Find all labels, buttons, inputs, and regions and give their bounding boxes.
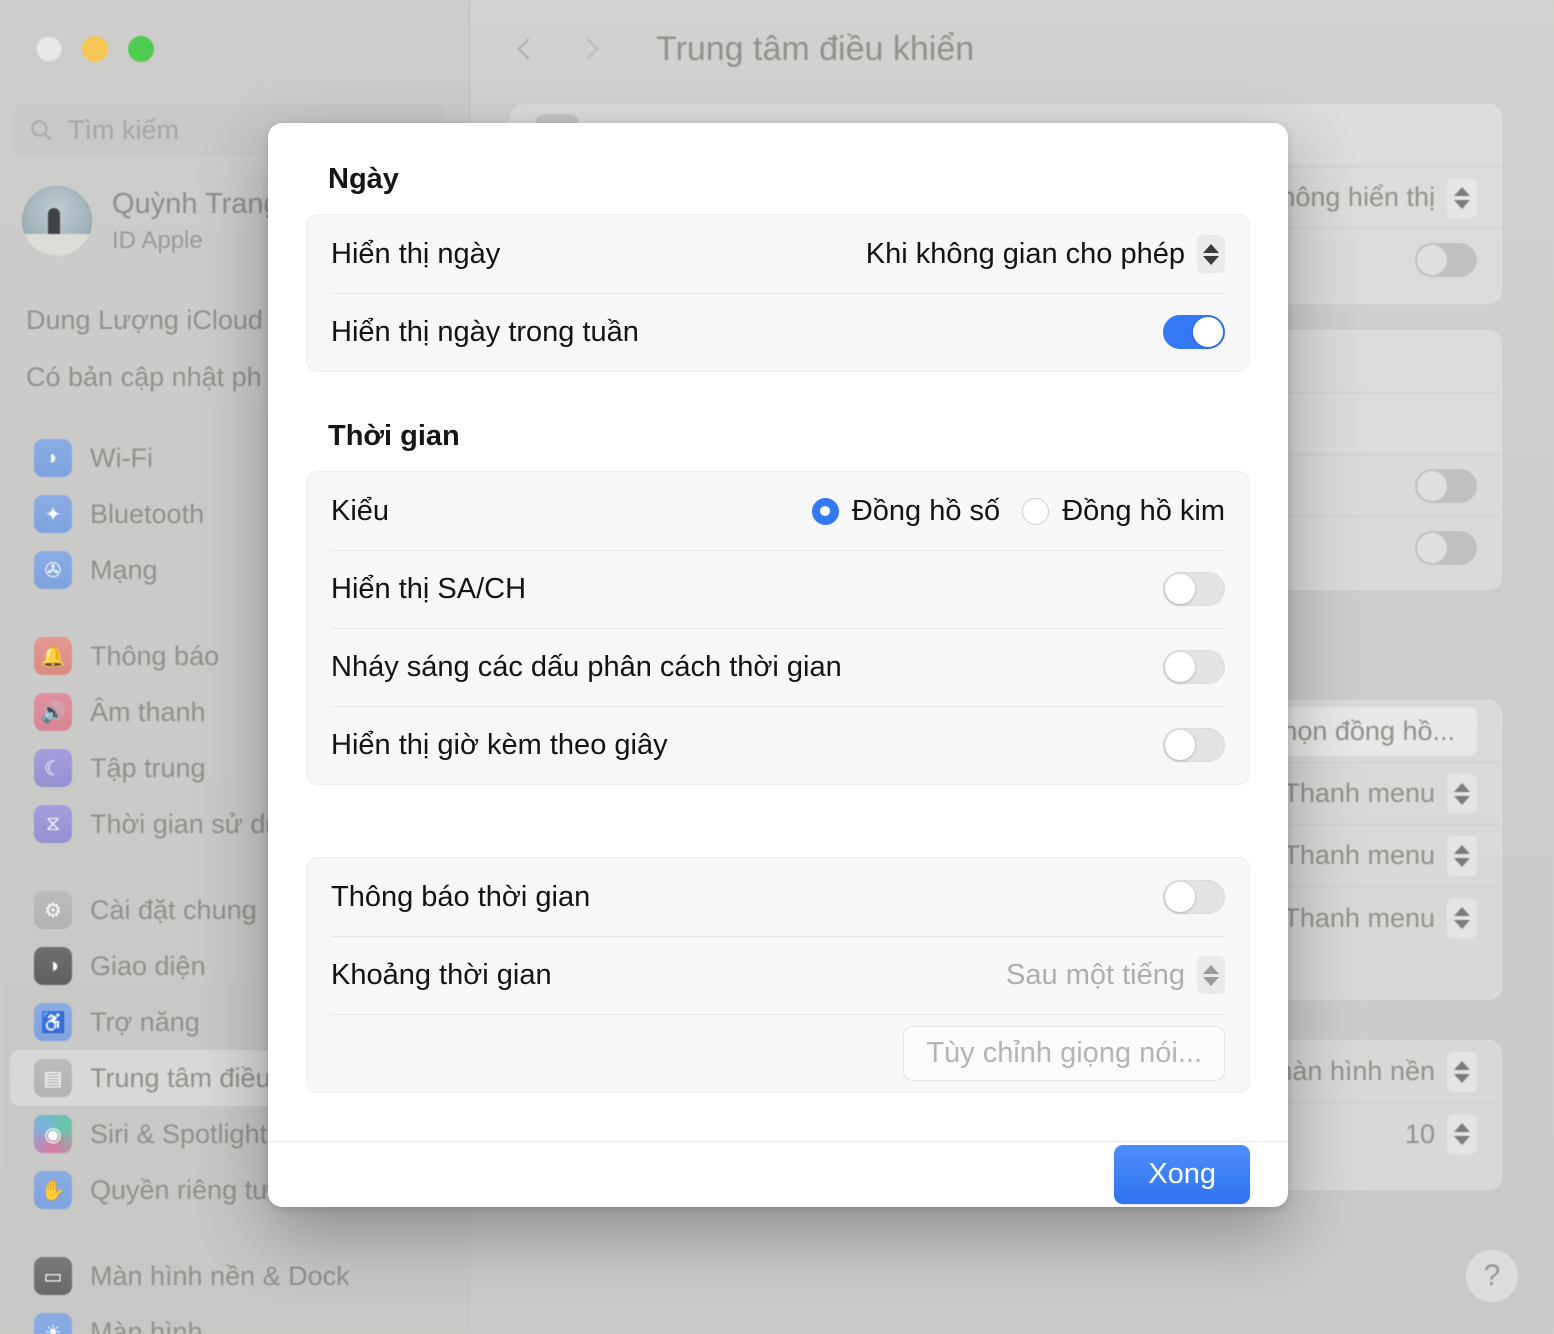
settings-row: Hiển thị ngày Khi không gian cho phép (307, 215, 1249, 293)
settings-card: Hiển thị ngày Khi không gian cho phép Hiển… (306, 214, 1250, 372)
customize-voice-button: Tùy chỉnh giọng nói... (903, 1025, 1225, 1081)
settings-row: Kiểu Đồng hồ số Đồng hồ kim (307, 472, 1249, 550)
row-label: Hiển thị SA/CH (331, 572, 527, 605)
row-label: Thông báo thời gian (331, 880, 591, 913)
row-control: Khi không gian cho phép (866, 235, 1225, 273)
section-title: Thời gian (328, 420, 460, 452)
radio-option[interactable]: Đồng hồ kim (1022, 495, 1225, 528)
row-control (1163, 880, 1225, 914)
settings-row: Thông báo thời gian (307, 858, 1249, 936)
radio-label: Đồng hồ số (851, 494, 1001, 527)
toggle-switch[interactable] (1163, 315, 1225, 349)
row-label: Nháy sáng các dấu phân cách thời gian (331, 650, 842, 683)
popup-value: Sau một tiếng (1006, 958, 1185, 991)
settings-row: Khoảng thời gian Sau một tiếng (307, 936, 1249, 1014)
dialog-content: Ngày Hiển thị ngày Khi không gian cho phép… (268, 123, 1288, 1141)
row-control: Sau một tiếng (1006, 956, 1225, 994)
row-control: Tùy chỉnh giọng nói... (903, 1025, 1225, 1081)
popup-button: Sau một tiếng (1006, 956, 1225, 994)
settings-card: Thông báo thời gian Khoảng thời gian Sau m… (306, 857, 1250, 1093)
settings-row: Nháy sáng các dấu phân cách thời gian (307, 628, 1249, 706)
toggle-switch[interactable] (1163, 650, 1225, 684)
done-button[interactable]: Xong (1114, 1145, 1250, 1204)
dialog-footer: Xong (268, 1141, 1288, 1207)
row-label: Hiển thị ngày trong tuần (331, 315, 639, 348)
radio-group: Đồng hồ số Đồng hồ kim (811, 494, 1225, 528)
clock-options-dialog: Ngày Hiển thị ngày Khi không gian cho phép… (268, 123, 1288, 1207)
settings-card: Kiểu Đồng hồ số Đồng hồ kim Hiển thị SA/CH N… (306, 471, 1250, 785)
row-label: Hiển thị ngày (331, 237, 501, 270)
row-control: Đồng hồ số Đồng hồ kim (811, 494, 1225, 528)
popup-button[interactable]: Khi không gian cho phép (866, 235, 1225, 273)
chevron-updown-icon (1197, 956, 1225, 994)
row-label: Hiển thị giờ kèm theo giây (331, 728, 668, 761)
toggle-switch[interactable] (1163, 572, 1225, 606)
row-control (1163, 728, 1225, 762)
toggle-switch[interactable] (1163, 880, 1225, 914)
settings-row: Hiển thị giờ kèm theo giây (307, 706, 1249, 784)
radio-label: Đồng hồ kim (1062, 494, 1225, 527)
row-control (1163, 650, 1225, 684)
toggle-switch[interactable] (1163, 728, 1225, 762)
settings-row: Hiển thị SA/CH (307, 550, 1249, 628)
chevron-updown-icon[interactable] (1197, 235, 1225, 273)
row-label: Khoảng thời gian (331, 958, 552, 991)
settings-row: Tùy chỉnh giọng nói... (307, 1014, 1249, 1092)
radio-option[interactable]: Đồng hồ số (811, 494, 1001, 528)
radio-dot-icon (1022, 497, 1050, 525)
radio-dot-icon (811, 497, 839, 525)
row-label: Kiểu (331, 494, 390, 527)
section-title: Ngày (328, 163, 399, 195)
settings-row: Hiển thị ngày trong tuần (307, 293, 1249, 371)
row-control (1163, 572, 1225, 606)
row-control (1163, 315, 1225, 349)
popup-value: Khi không gian cho phép (865, 237, 1185, 270)
